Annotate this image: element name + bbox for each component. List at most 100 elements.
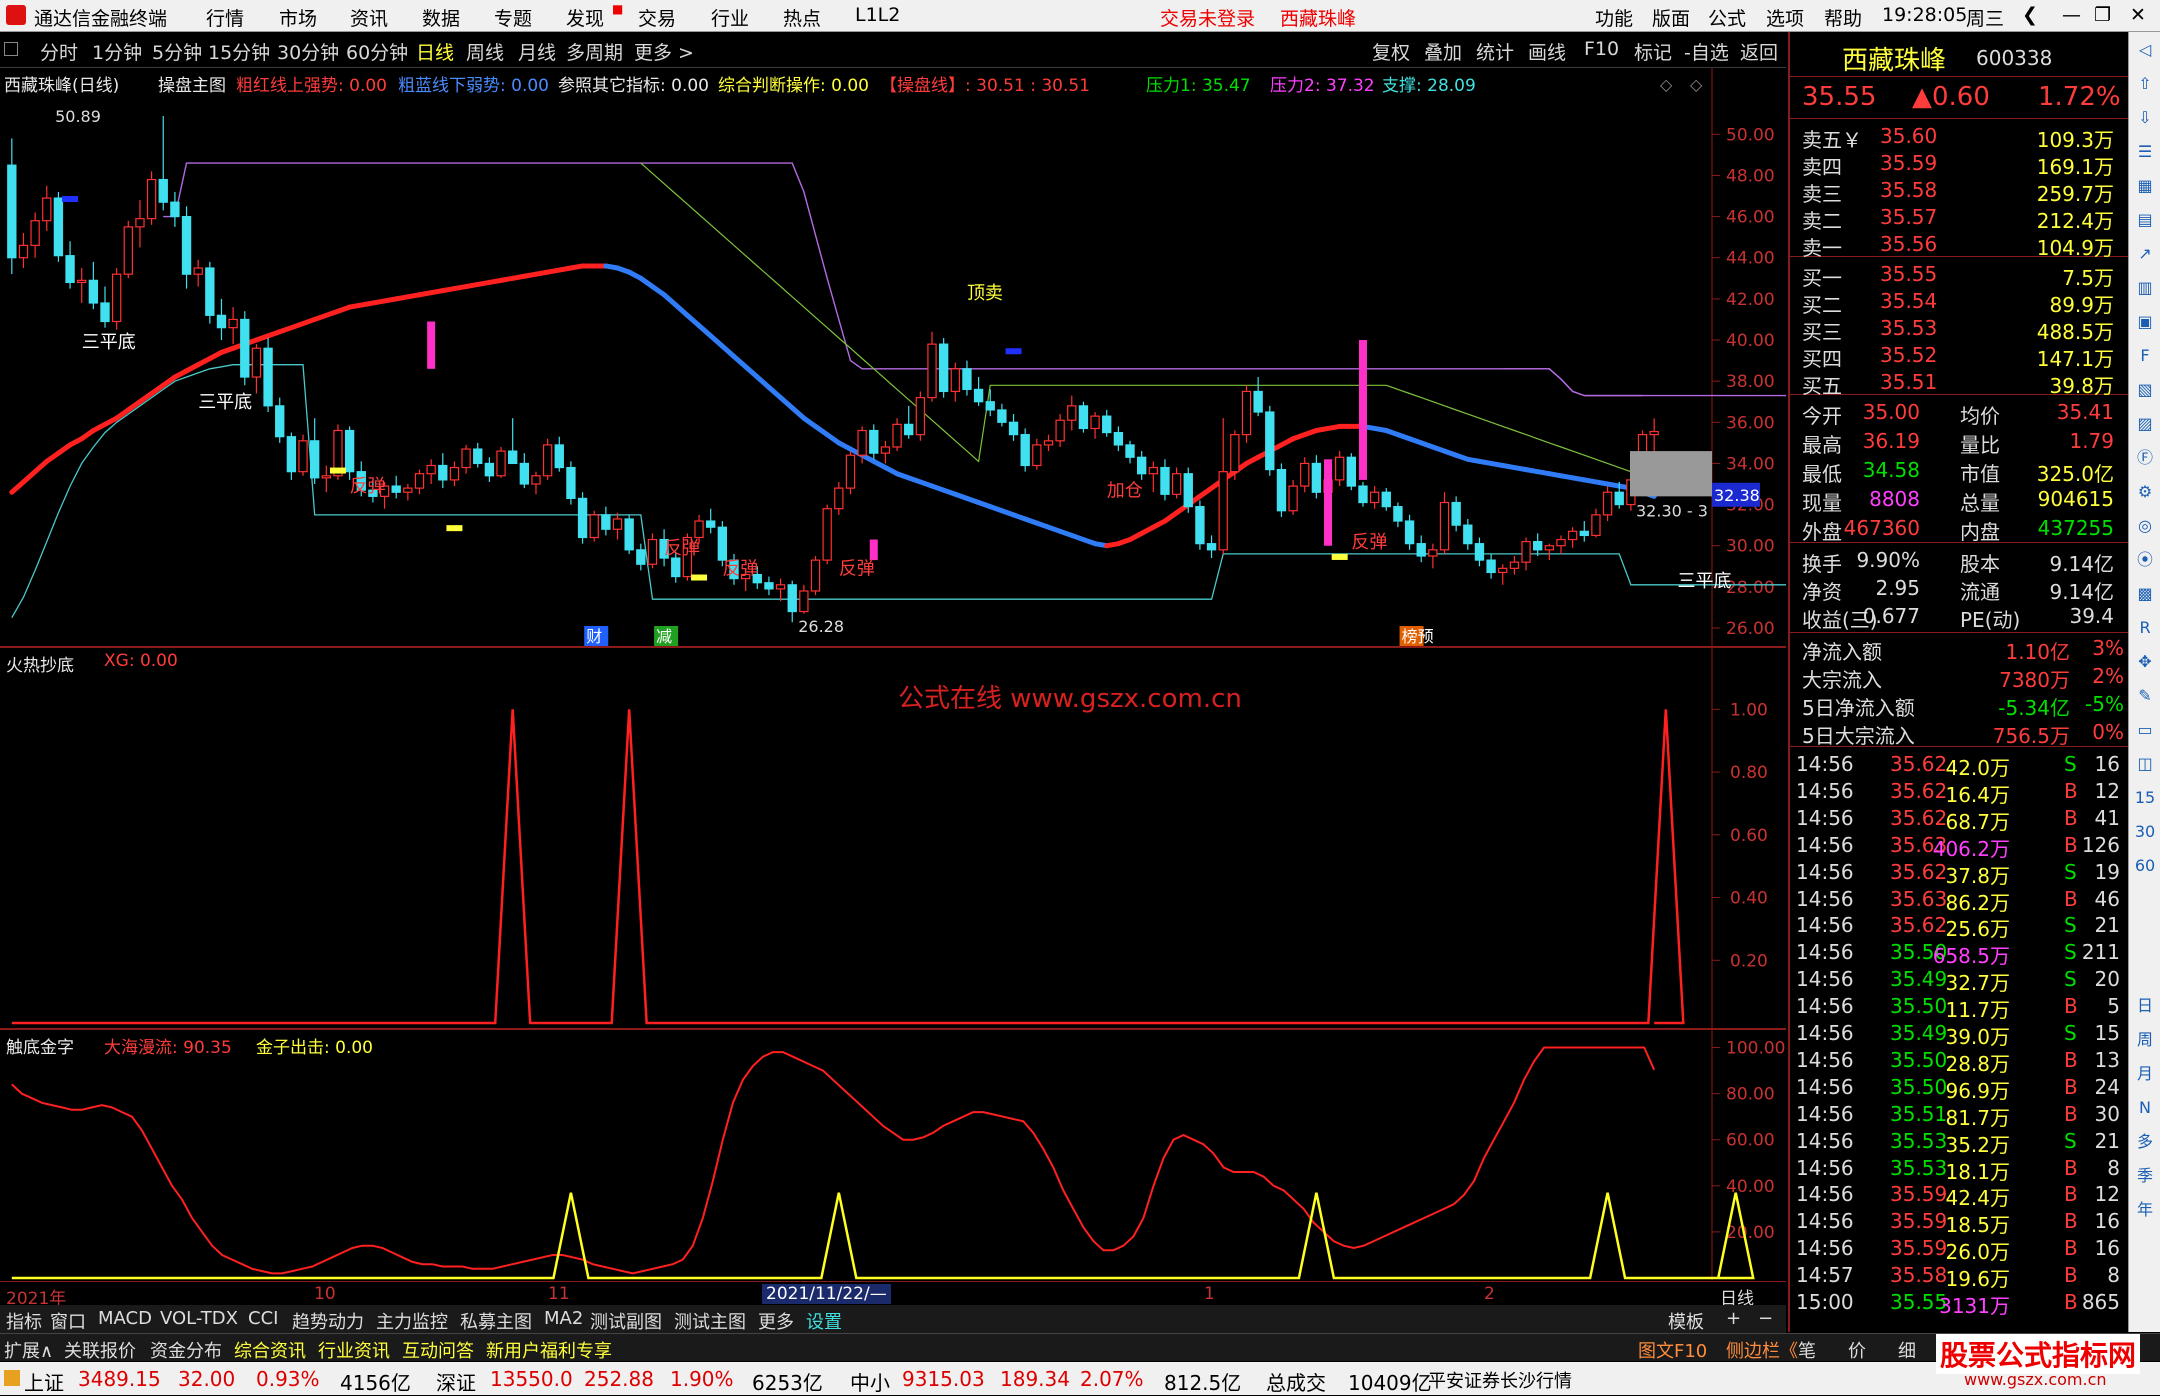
tab2-f10[interactable]: 图文F10 bbox=[1638, 1337, 1707, 1363]
period-30min[interactable]: 30分钟 bbox=[277, 38, 339, 65]
tab2-xinyonghu[interactable]: 新用户福利专享 bbox=[486, 1337, 612, 1363]
ask-row[interactable]: 卖四 35.59 169.1万 bbox=[1790, 151, 2130, 179]
tab2-hangye[interactable]: 行业资讯 bbox=[318, 1337, 390, 1363]
num30-icon[interactable]: 30 bbox=[2133, 820, 2157, 844]
side-multi[interactable]: 多 bbox=[2133, 1130, 2157, 1154]
period-more[interactable]: 更多 > bbox=[634, 38, 694, 65]
down-arrow-icon[interactable]: ⇩ bbox=[2133, 106, 2157, 130]
menu-zhuanti[interactable]: 专题 bbox=[494, 4, 532, 31]
tick-row[interactable]: 14:56 35.59 26.0万 B 16 bbox=[1790, 1236, 2130, 1264]
restore-icon[interactable]: ❐ bbox=[2094, 4, 2111, 26]
tick-row[interactable]: 14:56 35.53 35.2万 S 21 bbox=[1790, 1129, 2130, 1157]
stat-row[interactable]: 最高 36.19 量比 1.79 bbox=[1790, 429, 2130, 457]
btn-fanhui[interactable]: 返回 bbox=[1740, 38, 1778, 65]
indicator-pane-3[interactable]: 触底金字 大海漫流: 90.35 金子出击: 0.00 100.00 80.00 6… bbox=[0, 1030, 1786, 1280]
tick-row[interactable]: 14:56 35.50 96.9万 B 24 bbox=[1790, 1075, 2130, 1103]
report-icon[interactable]: ▣ bbox=[2133, 310, 2157, 334]
tab-zhuli[interactable]: 主力监控 bbox=[376, 1308, 448, 1334]
tick-row[interactable]: 14:56 35.50 28.8万 B 13 bbox=[1790, 1048, 2130, 1076]
pen-icon[interactable]: ✎ bbox=[2133, 684, 2157, 708]
settings-icon[interactable]: ⚙ bbox=[2133, 480, 2157, 504]
tick-row[interactable]: 14:56 35.62 16.4万 B 12 bbox=[1790, 779, 2130, 807]
side-quarter[interactable]: 季 bbox=[2133, 1164, 2157, 1188]
side-month[interactable]: 月 bbox=[2133, 1062, 2157, 1086]
flow-row[interactable]: 净流入额 1.10亿 3% bbox=[1790, 636, 2130, 664]
table-icon[interactable]: ▦ bbox=[2133, 174, 2157, 198]
window-icon[interactable]: ▭ bbox=[2133, 718, 2157, 742]
tick-row[interactable]: 14:57 35.58 19.6万 B 8 bbox=[1790, 1263, 2130, 1291]
menu-hangye[interactable]: 行业 bbox=[711, 4, 749, 31]
ind3-chart-svg[interactable]: 100.00 80.00 60.00 40.00 20.00 bbox=[0, 1030, 1786, 1280]
period-weekly[interactable]: 周线 bbox=[466, 38, 504, 65]
period-daily[interactable]: 日线 bbox=[416, 38, 454, 65]
bid-row[interactable]: 买一 35.55 7.5万 bbox=[1790, 262, 2130, 290]
move-icon[interactable]: ✥ bbox=[2133, 650, 2157, 674]
side-week[interactable]: 周 bbox=[2133, 1028, 2157, 1052]
zx-label[interactable]: 中小 bbox=[850, 1367, 890, 1396]
tab2-expand[interactable]: 扩展∧ bbox=[4, 1337, 53, 1363]
up-arrow-icon[interactable]: ⇧ bbox=[2133, 72, 2157, 96]
tick-row[interactable]: 14:56 35.63 406.2万 B 126 bbox=[1790, 833, 2130, 861]
bid-row[interactable]: 买四 35.52 147.1万 bbox=[1790, 343, 2130, 371]
menu-gongneng[interactable]: 功能 bbox=[1595, 4, 1633, 31]
tick-row[interactable]: 14:56 35.59 42.4万 B 12 bbox=[1790, 1182, 2130, 1210]
tab-ceshifutu[interactable]: 测试副图 bbox=[590, 1308, 662, 1334]
tab-vol-tdx[interactable]: VOL-TDX bbox=[160, 1308, 238, 1329]
stat2-row[interactable]: 净资 2.95 流通 9.14亿 bbox=[1790, 576, 2130, 604]
btn-diejia[interactable]: 叠加 bbox=[1424, 38, 1462, 65]
ask-row[interactable]: 卖三 35.58 259.7万 bbox=[1790, 178, 2130, 206]
ask-row[interactable]: 卖五￥ 35.60 109.3万 bbox=[1790, 124, 2130, 152]
btn-fuquan[interactable]: 复权 bbox=[1372, 38, 1410, 65]
tab2-zonghe[interactable]: 综合资讯 bbox=[234, 1337, 306, 1363]
tick-row[interactable]: 14:56 35.50 658.5万 S 211 bbox=[1790, 940, 2130, 968]
login-status[interactable]: 交易未登录 bbox=[1160, 4, 1255, 31]
menu-l1l2[interactable]: L1L2 bbox=[855, 4, 900, 26]
record-icon[interactable]: ⦿ bbox=[2133, 548, 2157, 572]
tab2-jia[interactable]: 价 bbox=[1848, 1337, 1866, 1363]
period-5min[interactable]: 5分钟 bbox=[152, 38, 202, 65]
tick-row[interactable]: 14:56 35.49 32.7万 S 20 bbox=[1790, 967, 2130, 995]
tab2-bi[interactable]: 笔 bbox=[1798, 1337, 1816, 1363]
list-icon[interactable]: ☰ bbox=[2133, 140, 2157, 164]
stat2-row[interactable]: 换手 9.90% 股本 9.14亿 bbox=[1790, 548, 2130, 576]
tick-row[interactable]: 14:56 35.51 81.7万 B 30 bbox=[1790, 1102, 2130, 1130]
tick-row[interactable]: 14:56 35.59 18.5万 B 16 bbox=[1790, 1209, 2130, 1237]
flow-row[interactable]: 大宗流入 7380万 2% bbox=[1790, 664, 2130, 692]
menu-faxian[interactable]: 发现 bbox=[566, 4, 604, 31]
tab-qushi[interactable]: 趋势动力 bbox=[292, 1308, 364, 1334]
main-chart-svg[interactable]: 50.00 48.00 46.00 44.00 42.00 40.00 38.00 36.00… bbox=[0, 68, 1786, 646]
tick-row[interactable]: 14:56 35.62 68.7万 B 41 bbox=[1790, 806, 2130, 834]
compare-icon[interactable]: ▨ bbox=[2133, 412, 2157, 436]
menu-jiaoyi[interactable]: 交易 bbox=[638, 4, 676, 31]
tick-row[interactable]: 14:56 35.50 11.7万 B 5 bbox=[1790, 994, 2130, 1022]
collapse-icon[interactable]: ◁ bbox=[2133, 38, 2157, 62]
period-monthly[interactable]: 月线 bbox=[518, 38, 556, 65]
btn-add-pane[interactable]: + bbox=[1726, 1308, 1741, 1329]
tick-row[interactable]: 14:56 35.49 39.0万 S 15 bbox=[1790, 1021, 2130, 1049]
tab2-sidebar[interactable]: 侧边栏《 bbox=[1726, 1337, 1798, 1363]
tab2-guanlian[interactable]: 关联报价 bbox=[64, 1337, 136, 1363]
bid-row[interactable]: 买三 35.53 488.5万 bbox=[1790, 316, 2130, 344]
stat-row[interactable]: 现量 8808 总量 904615 bbox=[1790, 487, 2130, 515]
tab-settings[interactable]: 设置 bbox=[806, 1308, 842, 1334]
f10-icon[interactable]: F bbox=[2133, 344, 2157, 368]
ind2-chart-svg[interactable]: 1.00 0.80 0.60 0.40 0.20 bbox=[0, 648, 1786, 1028]
market-icon[interactable] bbox=[4, 1370, 20, 1386]
num60-icon[interactable]: 60 bbox=[2133, 854, 2157, 878]
flow-row[interactable]: 5日净流入额 -5.34亿 -5% bbox=[1790, 692, 2130, 720]
btn-huaxian[interactable]: 画线 bbox=[1528, 38, 1566, 65]
tab-more[interactable]: 更多 bbox=[758, 1308, 794, 1334]
stat-row[interactable]: 外盘 467360 内盘 437255 bbox=[1790, 516, 2130, 544]
menu-shichang[interactable]: 市场 bbox=[279, 4, 317, 31]
tab2-hudong[interactable]: 互动问答 bbox=[402, 1337, 474, 1363]
btn-tongji[interactable]: 统计 bbox=[1476, 38, 1514, 65]
btn-remove-pane[interactable]: − bbox=[1758, 1308, 1773, 1329]
kline-icon[interactable]: ▥ bbox=[2133, 276, 2157, 300]
period-15min[interactable]: 15分钟 bbox=[208, 38, 270, 65]
tick-row[interactable]: 14:56 35.53 18.1万 B 8 bbox=[1790, 1156, 2130, 1184]
tab-macd[interactable]: MACD bbox=[98, 1308, 152, 1329]
bid-row[interactable]: 买二 35.54 89.9万 bbox=[1790, 289, 2130, 317]
sz-label[interactable]: 深证 bbox=[436, 1367, 476, 1396]
menu-redian[interactable]: 热点 bbox=[783, 4, 821, 31]
back-icon[interactable]: ❮ bbox=[2022, 4, 2038, 26]
